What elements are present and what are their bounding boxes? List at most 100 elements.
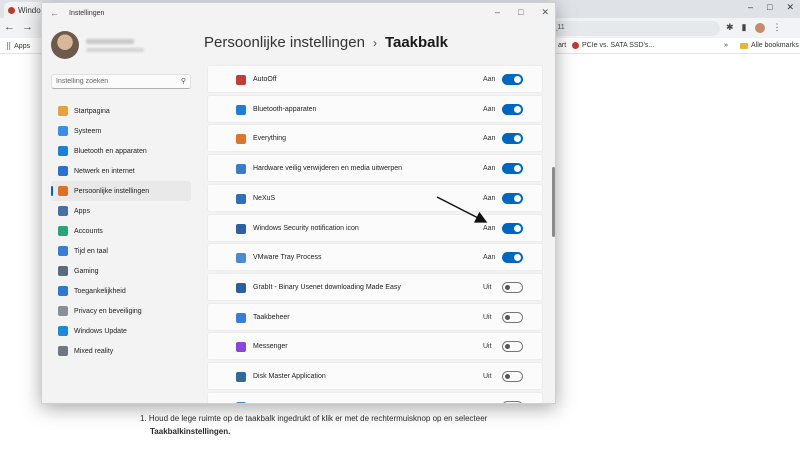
close-icon[interactable]: ✕ xyxy=(786,2,794,13)
app-icon xyxy=(236,401,246,403)
app-toggle[interactable] xyxy=(502,341,523,353)
search-icon[interactable]: ⚲ xyxy=(181,77,186,85)
list-item: Taakbeheer Uit xyxy=(207,302,543,331)
sidebar-item-privacy-en-beveiliging[interactable]: Privacy en beveiliging xyxy=(51,301,191,321)
back-arrow-icon[interactable]: ← xyxy=(50,8,59,18)
sidebar-item-accounts[interactable]: Accounts xyxy=(51,221,191,241)
sidebar-item-persoonlijke-instellingen[interactable]: Persoonlijke instellingen xyxy=(51,181,191,201)
article-text: 1. Houd de lege ruimte op de taakbalk in… xyxy=(140,412,540,438)
window-controls: – □ ✕ xyxy=(495,7,549,18)
extensions-puzzle-icon[interactable]: ✱ xyxy=(726,22,734,33)
settings-window: ← Instellingen – □ ✕ ⚲ Startpagina Systee… xyxy=(41,2,556,404)
app-name: NeXuS xyxy=(253,194,276,202)
bookmark-art[interactable]: art xyxy=(558,42,566,49)
app-toggle[interactable] xyxy=(502,192,523,204)
sidebar-item-mixed-reality[interactable]: Mixed reality xyxy=(51,341,191,361)
bookmark-all-bookmarks[interactable]: Alle bookmarks xyxy=(740,42,799,49)
app-icon xyxy=(236,193,246,204)
app-icon xyxy=(236,164,246,175)
app-icon xyxy=(236,312,246,323)
maximize-icon[interactable]: □ xyxy=(767,2,772,13)
sidebar-item-label: Accounts xyxy=(74,227,103,235)
toggle-state-label: Uit xyxy=(483,283,492,291)
sidebar-item-label: Tijd en taal xyxy=(74,247,108,255)
sidebar-item-bluetooth-en-apparaten[interactable]: Bluetooth en apparaten xyxy=(51,141,191,161)
app-icon xyxy=(236,253,246,264)
list-item: NeXuS Aan xyxy=(207,183,543,212)
app-name: Windows Security notification icon xyxy=(253,224,359,232)
sidebar-item-label: Toegankelijkheid xyxy=(74,287,126,295)
close-icon[interactable]: ✕ xyxy=(541,7,549,18)
sidebar-item-label: Netwerk en internet xyxy=(74,167,135,175)
apps-grid-icon: ⣿ xyxy=(6,43,12,50)
toggle-state-label: Aan xyxy=(483,135,496,143)
sidebar-item-apps[interactable]: Apps xyxy=(51,201,191,221)
nav-item-icon xyxy=(58,126,68,136)
bookmark-pcie-ssd[interactable]: PCIe vs. SATA SSD's... xyxy=(572,42,654,49)
bookmark-apps[interactable]: ⣿ Apps xyxy=(6,42,31,51)
profile-avatar-icon[interactable] xyxy=(754,22,765,33)
sidebar-item-gaming[interactable]: Gaming xyxy=(51,261,191,281)
nav-item-icon xyxy=(58,226,68,236)
app-toggle[interactable] xyxy=(502,103,523,115)
toggle-state-label: Aan xyxy=(483,165,496,173)
search-input[interactable] xyxy=(52,75,172,88)
chevron-right-icon: › xyxy=(372,35,377,50)
bookmark-more-chevron[interactable]: » xyxy=(724,42,728,49)
app-toggle[interactable] xyxy=(502,252,523,264)
nav-item-icon xyxy=(58,146,68,156)
sidepanel-icon[interactable]: ▮ xyxy=(742,22,747,33)
nav-item-icon xyxy=(58,286,68,296)
bookmark-label: Apps xyxy=(14,42,31,50)
sidebar-item-windows-update[interactable]: Windows Update xyxy=(51,321,191,341)
breadcrumb: Persoonlijke instellingen › Taakbalk xyxy=(204,34,448,51)
profile-email-blurred xyxy=(86,48,144,52)
toggle-state-label: Uit xyxy=(483,313,492,321)
breadcrumb-parent[interactable]: Persoonlijke instellingen xyxy=(204,34,365,51)
settings-search: ⚲ xyxy=(51,74,191,89)
app-toggle[interactable] xyxy=(502,281,523,293)
sidebar-nav: Startpagina Systeem Bluetooth en apparaten… xyxy=(51,101,191,361)
minimize-icon[interactable]: – xyxy=(748,2,753,13)
list-item: Everything Aan xyxy=(207,124,543,153)
app-icon xyxy=(236,223,246,234)
nav-item-icon xyxy=(58,346,68,356)
sidebar-item-netwerk-en-internet[interactable]: Netwerk en internet xyxy=(51,161,191,181)
scrollbar-thumb[interactable] xyxy=(552,167,555,237)
bookmark-label: art xyxy=(558,42,567,49)
sidebar-item-label: Mixed reality xyxy=(74,347,114,355)
maximize-icon[interactable]: □ xyxy=(518,7,523,18)
sidebar-item-systeem[interactable]: Systeem xyxy=(51,121,191,141)
nav-item-icon xyxy=(58,246,68,256)
list-item: Messenger Uit xyxy=(207,332,543,361)
sidebar-item-tijd-en-taal[interactable]: Tijd en taal xyxy=(51,241,191,261)
app-toggle[interactable] xyxy=(502,222,523,234)
settings-titlebar: ← Instellingen – □ ✕ xyxy=(42,3,555,25)
sidebar-item-label: Privacy en beveiliging xyxy=(74,307,142,315)
app-name: Everything xyxy=(253,135,287,143)
bookmark-favicon-icon xyxy=(572,42,579,49)
bookmark-label: PCIe vs. SATA SSD's... xyxy=(582,42,655,49)
app-toggle[interactable] xyxy=(502,400,523,403)
sidebar-item-toegankelijkheid[interactable]: Toegankelijkheid xyxy=(51,281,191,301)
list-item: Hardware veilig verwijderen en media uit… xyxy=(207,154,543,183)
avatar[interactable] xyxy=(51,31,79,59)
sidebar-item-label: Apps xyxy=(74,207,90,215)
menu-dots-icon[interactable]: ⋮ xyxy=(773,22,782,33)
toggle-state-label: Aan xyxy=(483,254,496,262)
app-icon xyxy=(236,134,246,145)
sidebar-item-label: Windows Update xyxy=(74,327,127,335)
app-toggle[interactable] xyxy=(502,133,523,145)
app-toggle[interactable] xyxy=(502,74,523,85)
toggle-state-label: Uit xyxy=(483,343,492,351)
browser-nav-buttons: ← → xyxy=(4,21,33,33)
minimize-icon[interactable]: – xyxy=(495,7,500,18)
back-arrow-icon[interactable]: ← xyxy=(4,21,15,33)
app-toggle[interactable] xyxy=(502,311,523,323)
app-icon xyxy=(236,104,246,115)
forward-arrow-icon[interactable]: → xyxy=(22,21,33,33)
app-toggle[interactable] xyxy=(502,371,523,382)
app-toggle[interactable] xyxy=(502,163,523,175)
toggle-state-label: Aan xyxy=(483,76,496,83)
sidebar-item-startpagina[interactable]: Startpagina xyxy=(51,101,191,121)
